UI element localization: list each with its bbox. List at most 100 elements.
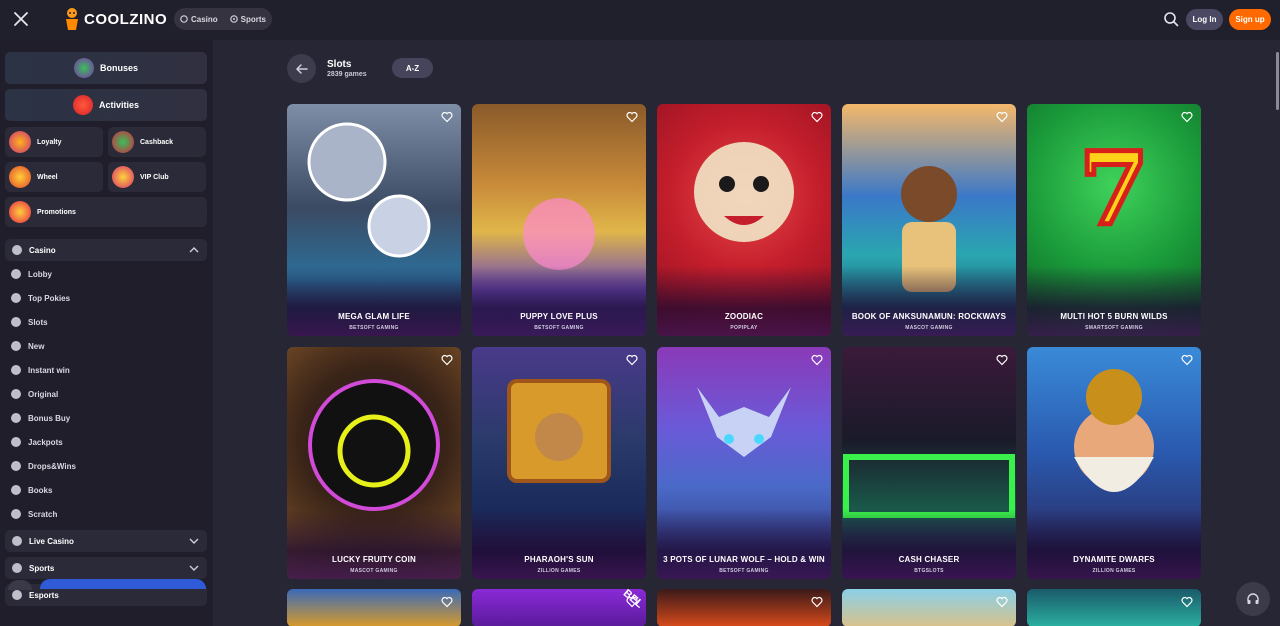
coolzino-logo[interactable]: COOLZINO (62, 7, 167, 31)
game-card[interactable] (1027, 589, 1201, 626)
promotions-label: Promotions (37, 208, 76, 216)
sidebar-wheel-tile[interactable]: Wheel (5, 162, 103, 192)
search-icon[interactable] (1163, 11, 1179, 27)
activities-icon (72, 95, 93, 115)
sidebar-promotions-tile[interactable]: Promotions (5, 197, 207, 227)
heart-icon[interactable] (441, 111, 453, 123)
game-card[interactable]: CASH CHASER BTGSLOTS (842, 347, 1016, 579)
drops-wins-icon (11, 461, 21, 471)
close-icon[interactable] (12, 10, 30, 28)
game-card[interactable] (657, 589, 831, 626)
sidebar-item-lobby[interactable]: Lobby (11, 269, 52, 279)
page-title: Slots (327, 59, 352, 70)
heart-icon[interactable] (996, 354, 1008, 366)
game-card[interactable] (842, 589, 1016, 626)
switch-casino[interactable]: Casino (178, 15, 220, 24)
sidebar-item-label: Drops&Wins (28, 461, 76, 471)
sidebar-bottom-icon[interactable] (8, 580, 32, 590)
sidebar-item-bonus-buy[interactable]: Bonus Buy (11, 413, 70, 423)
game-title: DYNAMITE DWARFS (1073, 555, 1155, 564)
game-thumbnail (1027, 589, 1201, 626)
back-button[interactable] (287, 54, 316, 83)
game-card[interactable]: PHARAOH'S SUN ZILLION GAMES (472, 347, 646, 579)
login-button[interactable]: Log In (1186, 9, 1223, 30)
live-casino-section-toggle[interactable]: Live Casino (5, 530, 207, 552)
vip-club-label: VIP Club (140, 173, 169, 181)
game-title: PUPPY LOVE PLUS (520, 312, 598, 321)
games-count: 2839 games (327, 71, 367, 78)
sidebar-cashback-tile[interactable]: Cashback (108, 127, 206, 157)
heart-icon[interactable] (626, 111, 638, 123)
top-pokies-icon (11, 293, 21, 303)
game-card[interactable]: PUPPY LOVE PLUS BETSOFT GAMING (472, 104, 646, 336)
sidebar-item-label: Lobby (28, 269, 52, 279)
sidebar-item-jackpots[interactable]: Jackpots (11, 437, 63, 447)
game-card[interactable]: MEGA GLAM LIFE BETSOFT GAMING (287, 104, 461, 336)
game-card[interactable]: 7 MULTI HOT 5 BURN WILDS SMARTSOFT GAMING (1027, 104, 1201, 336)
game-card[interactable]: BOOK OF ANKSUNAMUN: ROCKWAYS MASCOT GAMIN… (842, 104, 1016, 336)
sidebar-activities-tile[interactable]: Activities (5, 89, 207, 121)
sidebar-item-instant-win[interactable]: Instant win (11, 365, 70, 375)
heart-icon[interactable] (811, 596, 823, 608)
game-provider: SMARTSOFT GAMING (1085, 325, 1143, 331)
game-card[interactable]: LUCKY FRUITY COIN MASCOT GAMING (287, 347, 461, 579)
sidebar-item-drops-wins[interactable]: Drops&Wins (11, 461, 76, 471)
sidebar-bottom-button[interactable] (40, 579, 206, 589)
sidebar-vip-tile[interactable]: VIP Club (108, 162, 206, 192)
sidebar-item-books[interactable]: Books (11, 485, 52, 495)
sidebar-item-original[interactable]: Original (11, 389, 58, 399)
jackpots-icon (11, 437, 21, 447)
game-thumbnail (657, 589, 831, 626)
live-casino-icon (12, 536, 22, 546)
sports-icon (12, 563, 22, 573)
fire-icon (9, 201, 31, 223)
instant-win-icon (11, 365, 21, 375)
game-provider: MASCOT GAMING (350, 568, 398, 574)
sidebar-item-new[interactable]: New (11, 341, 44, 351)
slots-icon (11, 317, 21, 327)
game-card[interactable]: ZOODIAC POPIPLAY (657, 104, 831, 336)
heart-icon[interactable] (996, 596, 1008, 608)
game-card[interactable]: 3 POTS OF LUNAR WOLF – HOLD & WIN BETSOFT… (657, 347, 831, 579)
support-button[interactable] (1236, 582, 1270, 616)
heart-icon[interactable] (1181, 111, 1193, 123)
game-thumbnail (287, 589, 461, 626)
sidebar-item-label: Bonus Buy (28, 413, 71, 423)
game-title: LUCKY FRUITY COIN (332, 555, 416, 564)
arrow-left-icon (295, 63, 308, 74)
sidebar-bonuses-tile[interactable]: Bonuses (5, 52, 207, 84)
heart-icon[interactable] (441, 596, 453, 608)
game-thumbnail (472, 589, 646, 626)
sidebar-item-scratch[interactable]: Scratch (11, 509, 57, 519)
heart-icon[interactable] (1181, 596, 1193, 608)
heart-icon[interactable] (626, 354, 638, 366)
scrollbar[interactable] (1274, 40, 1280, 626)
heart-icon[interactable] (811, 354, 823, 366)
sports-section-toggle[interactable]: Sports (5, 557, 207, 579)
heart-icon[interactable] (811, 111, 823, 123)
game-card[interactable]: DYNAMITE DWARFS ZILLION GAMES (1027, 347, 1201, 579)
sort-az-button[interactable]: A-Z (392, 58, 433, 78)
chevron-up-icon (189, 247, 199, 253)
heart-icon[interactable] (626, 596, 638, 608)
game-title: CASH CHASER (898, 555, 960, 564)
heart-icon[interactable] (996, 111, 1008, 123)
casino-section-toggle[interactable]: Casino (5, 239, 207, 261)
heart-icon[interactable] (441, 354, 453, 366)
sidebar-item-top-pokies[interactable]: Top Pokies (11, 293, 70, 303)
game-card[interactable]: BEL (472, 589, 646, 626)
sidebar-item-label: Books (28, 485, 53, 495)
svg-text:7: 7 (1079, 130, 1149, 248)
new-icon (11, 341, 21, 351)
sports-section-label: Sports (29, 563, 55, 573)
wheel-icon (9, 166, 31, 188)
heart-icon[interactable] (1181, 354, 1193, 366)
cocktail-icon (112, 166, 134, 188)
game-card[interactable] (287, 589, 461, 626)
switch-sports[interactable]: Sports (228, 15, 268, 24)
sidebar-loyalty-tile[interactable]: Loyalty (5, 127, 103, 157)
signup-button[interactable]: Sign up (1229, 9, 1271, 30)
scrollbar-thumb[interactable] (1276, 52, 1279, 110)
esports-label: Esports (29, 590, 59, 600)
sidebar-item-slots[interactable]: Slots (11, 317, 48, 327)
